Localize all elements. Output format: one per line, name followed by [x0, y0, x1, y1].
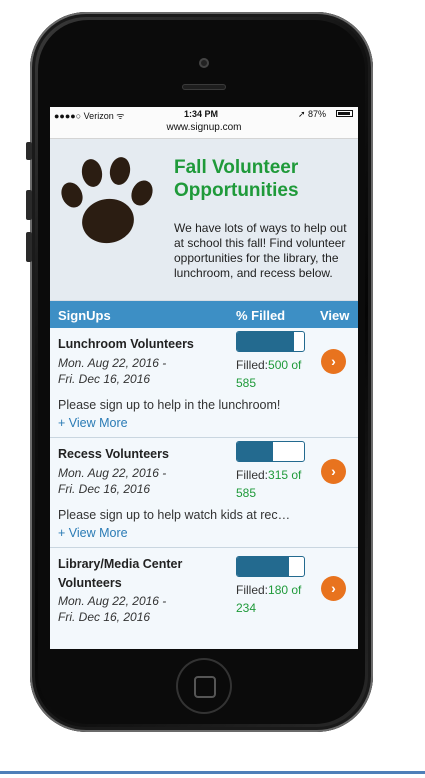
page-title: Fall Volunteer Opportunities — [174, 157, 299, 201]
filled-progress-fill — [237, 332, 294, 351]
filled-total: 585 — [236, 486, 257, 500]
signup-row[interactable]: Lunchroom Volunteers Mon. Aug 22, 2016 -… — [50, 328, 358, 438]
table-header: SignUps % Filled View — [50, 301, 358, 328]
chevron-right-icon: › — [331, 463, 336, 479]
page-description: We have lots of ways to help out at scho… — [174, 221, 347, 280]
front-camera — [199, 58, 209, 68]
carrier-signal: ●●●●○ Verizon ᯤ — [54, 111, 125, 121]
view-signup-button[interactable]: › — [321, 349, 346, 374]
battery-percent: ➚ 87% — [298, 109, 327, 119]
view-signup-button[interactable]: › — [321, 459, 346, 484]
clock: 1:34 PM — [184, 109, 219, 119]
signup-header: Fall Volunteer Opportunities We have lot… — [50, 139, 358, 301]
filled-label: Filled: — [236, 358, 269, 372]
filled-progress-bar — [236, 331, 305, 352]
signup-description: Please sign up to help watch kids at rec… — [58, 508, 291, 522]
filled-label: Filled: — [236, 583, 269, 597]
signup-title-line: Library/Media Center — [58, 557, 183, 571]
chevron-right-icon: › — [331, 580, 336, 596]
filled-value: 500 of — [268, 358, 302, 372]
signup-date-start: Mon. Aug 22, 2016 - — [58, 356, 167, 370]
mute-switch — [26, 142, 32, 160]
signup-title-line: Volunteers — [58, 576, 122, 590]
filled-value: 315 of — [268, 468, 302, 482]
page-divider — [0, 771, 425, 774]
signup-title[interactable]: Library/Media Center Volunteers — [58, 555, 218, 593]
phone-screen: ●●●●○ Verizon ᯤ 1:34 PM ➚ 87% www.signup… — [50, 107, 358, 649]
filled-progress-bar — [236, 556, 305, 577]
signup-title[interactable]: Recess Volunteers — [58, 445, 218, 464]
filled-progress-fill — [237, 557, 289, 576]
column-signups: SignUps — [58, 308, 111, 323]
address-bar[interactable]: www.signup.com — [50, 122, 358, 139]
signup-date-start: Mon. Aug 22, 2016 - — [58, 466, 167, 480]
signup-date-start: Mon. Aug 22, 2016 - — [58, 594, 167, 608]
view-more-link[interactable]: + View More — [58, 415, 128, 431]
filled-progress-bar — [236, 441, 305, 462]
signup-date-end: Fri. Dec 16, 2016 — [58, 482, 151, 496]
earpiece-speaker — [182, 84, 226, 90]
volume-down-button — [26, 232, 32, 262]
column-view: View — [320, 308, 350, 323]
filled-count: Filled:315 of 585 — [236, 466, 314, 502]
status-bar: ●●●●○ Verizon ᯤ 1:34 PM ➚ 87% — [50, 107, 358, 122]
chevron-right-icon: › — [331, 353, 336, 369]
signup-row[interactable]: Library/Media Center Volunteers Mon. Aug… — [50, 548, 358, 648]
paw-print-icon — [61, 157, 153, 244]
filled-total: 585 — [236, 376, 257, 390]
home-button[interactable] — [176, 658, 232, 714]
view-signup-button[interactable]: › — [321, 576, 346, 601]
signup-date-end: Fri. Dec 16, 2016 — [58, 610, 151, 624]
signup-date-end: Fri. Dec 16, 2016 — [58, 372, 151, 386]
signup-description: Please sign up to help in the lunchroom! — [58, 398, 281, 412]
column-filled: % Filled — [236, 308, 286, 323]
signup-row[interactable]: Recess Volunteers Mon. Aug 22, 2016 - Fr… — [50, 438, 358, 548]
filled-label: Filled: — [236, 468, 269, 482]
filled-count: Filled:500 of 585 — [236, 356, 314, 392]
filled-total: 234 — [236, 601, 257, 615]
view-more-link[interactable]: + View More — [58, 525, 128, 541]
home-square-icon — [194, 676, 216, 698]
volume-up-button — [26, 190, 32, 220]
filled-progress-fill — [237, 442, 274, 461]
battery-icon — [336, 110, 353, 117]
filled-count: Filled:180 of 234 — [236, 581, 314, 617]
filled-value: 180 of — [268, 583, 302, 597]
signup-title[interactable]: Lunchroom Volunteers — [58, 335, 218, 354]
